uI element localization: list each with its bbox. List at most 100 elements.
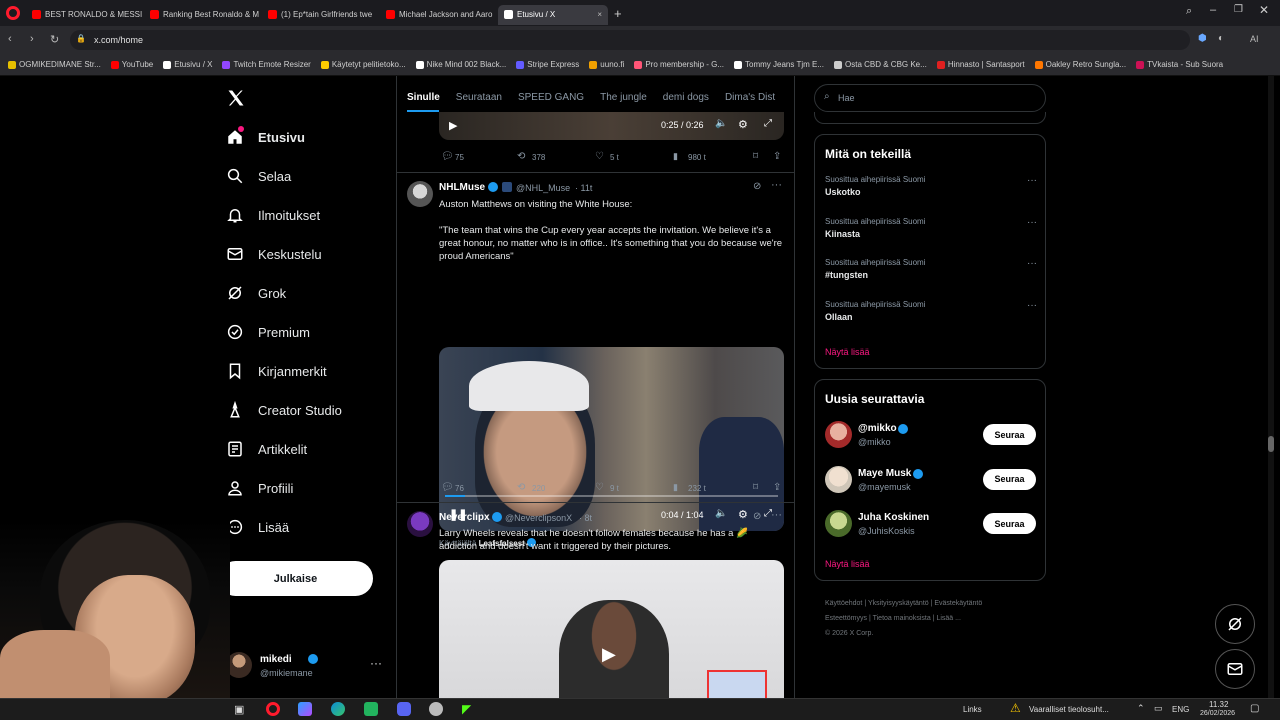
more-icon[interactable]: ··· bbox=[1027, 300, 1037, 311]
timeline-tab[interactable]: SPEED GANG bbox=[518, 84, 584, 112]
show-more-link[interactable]: Näytä lisää bbox=[825, 559, 870, 569]
trend-item[interactable]: Suosittua aihepiirissä Suomi #tungsten ··· bbox=[825, 258, 1037, 292]
grok-icon[interactable]: ⊘ bbox=[753, 511, 761, 522]
grok-button[interactable] bbox=[1215, 604, 1255, 644]
avatar[interactable] bbox=[825, 510, 852, 537]
timeline-tab[interactable]: demi dogs bbox=[663, 84, 709, 112]
bookmark-item[interactable]: Tommy Jeans Tjm E... bbox=[734, 60, 824, 69]
ai-button[interactable]: AI bbox=[1250, 34, 1259, 44]
play-icon[interactable]: ▶ bbox=[602, 644, 616, 665]
footer-link[interactable]: Käyttöehdot bbox=[825, 600, 862, 607]
nav-item-keskustelu[interactable]: Keskustelu bbox=[226, 245, 322, 263]
trend-item[interactable]: Suosittua aihepiirissä Suomi Uskotko ··· bbox=[825, 175, 1037, 209]
browser-tab[interactable]: Ranking Best Ronaldo & M bbox=[144, 5, 262, 25]
edge-taskbar-icon[interactable] bbox=[331, 702, 345, 716]
more-icon[interactable]: ··· bbox=[771, 179, 782, 191]
bookmark-item[interactable]: uuno.fi bbox=[589, 60, 624, 69]
more-icon[interactable]: ··· bbox=[1027, 258, 1037, 269]
scrollbar-thumb[interactable] bbox=[1268, 436, 1274, 452]
browser-tab[interactable]: (1) Ep*tain Girlfriends twe bbox=[262, 5, 380, 25]
settings-icon[interactable]: ⚙ bbox=[738, 118, 748, 131]
author-handle[interactable]: @NeverclipsonX bbox=[505, 513, 572, 523]
nav-item-ilmoitukset[interactable]: Ilmoitukset bbox=[226, 206, 320, 224]
account-switcher[interactable]: mikedi @mikiemane ··· bbox=[226, 650, 386, 682]
network-icon[interactable]: ▭ bbox=[1154, 703, 1163, 714]
profile-icon[interactable]: ◐ bbox=[1218, 33, 1224, 44]
footer-link[interactable]: Yksityisyyskäytäntö bbox=[868, 600, 929, 607]
nav-item-lis-[interactable]: Lisää bbox=[226, 518, 289, 536]
maximize-button[interactable]: ❐ bbox=[1234, 4, 1243, 15]
fullscreen-icon[interactable]: ⤢ bbox=[764, 118, 772, 129]
like-icon[interactable]: ♡ bbox=[595, 151, 604, 162]
repost-icon[interactable]: ⟲ bbox=[517, 151, 525, 162]
avatar[interactable] bbox=[825, 465, 852, 493]
bookmark-item[interactable]: Stripe Express bbox=[516, 60, 579, 69]
nav-item-selaa[interactable]: Selaa bbox=[226, 167, 291, 185]
share-icon[interactable]: ⇪ bbox=[773, 151, 781, 162]
bookmark-item[interactable]: Twitch Emote Resizer bbox=[222, 60, 311, 69]
extensions-icon[interactable]: ⬢ bbox=[1198, 33, 1207, 44]
tweet-time[interactable]: · 8t bbox=[579, 513, 592, 523]
back-icon[interactable]: ‹ bbox=[8, 33, 12, 45]
play-icon[interactable]: ▶ bbox=[449, 119, 457, 132]
nav-item-kirjanmerkit[interactable]: Kirjanmerkit bbox=[226, 362, 327, 380]
nav-item-profiili[interactable]: Profiili bbox=[226, 479, 293, 497]
discord-taskbar-icon[interactable] bbox=[397, 702, 411, 716]
task-view-icon[interactable]: ▣ bbox=[234, 703, 244, 716]
bookmark-icon[interactable]: ⌑ bbox=[753, 482, 758, 493]
page-scrollbar[interactable] bbox=[1268, 76, 1274, 698]
bookmark-item[interactable]: Hinnasto | Santasport bbox=[936, 60, 1025, 69]
bookmark-item[interactable]: Oakley Retro Sungla... bbox=[1034, 60, 1126, 69]
post-button[interactable]: Julkaise bbox=[218, 561, 373, 596]
app-taskbar-icon[interactable] bbox=[364, 702, 378, 716]
timeline-tab[interactable]: Dima's Dist bbox=[725, 84, 775, 112]
bookmark-item[interactable]: OGMIKEDIMANE Str... bbox=[8, 60, 101, 69]
bookmark-icon[interactable]: ⌑ bbox=[753, 151, 758, 162]
notification-icon[interactable]: ▢ bbox=[1250, 703, 1259, 714]
author-name[interactable]: Neverclipx bbox=[439, 512, 490, 523]
video-player[interactable]: ▶ bbox=[439, 560, 784, 720]
volume-icon[interactable]: 🔈 bbox=[715, 118, 727, 129]
clock-time[interactable]: 11.32 bbox=[1209, 700, 1228, 709]
follow-button[interactable]: Seuraa bbox=[983, 513, 1036, 534]
opera-taskbar-icon[interactable] bbox=[266, 702, 280, 716]
url-field[interactable]: 🔒 x.com/home bbox=[70, 30, 1190, 50]
tweet[interactable]: Neverclipx @NeverclipsonX · 8t ⊘ ··· Lar… bbox=[397, 503, 794, 720]
avatar[interactable] bbox=[407, 181, 433, 207]
nav-item-artikkelit[interactable]: Artikkelit bbox=[226, 440, 307, 458]
views-icon[interactable]: ▮ bbox=[673, 151, 678, 162]
browser-tab[interactable]: Michael Jackson and Aaro bbox=[380, 5, 498, 25]
footer-link[interactable]: Evästekäytäntö bbox=[934, 600, 982, 607]
nav-item-etusivu[interactable]: Etusivu bbox=[226, 126, 305, 146]
grok-icon[interactable]: ⊘ bbox=[753, 181, 761, 192]
share-icon[interactable]: ⇪ bbox=[773, 482, 781, 493]
tweet[interactable]: NHLMuse @NHL_Muse · 11t ⊘ ··· Auston Mat… bbox=[397, 173, 794, 548]
app-taskbar-icon[interactable] bbox=[298, 702, 312, 716]
bookmark-item[interactable]: YouTube bbox=[110, 60, 153, 69]
follow-button[interactable]: Seuraa bbox=[983, 468, 1036, 490]
more-icon[interactable]: ··· bbox=[771, 509, 782, 521]
bookmark-item[interactable]: Käytetyt pelitietoko... bbox=[320, 60, 406, 69]
author-name[interactable]: NHLMuse bbox=[439, 182, 485, 193]
x-logo-icon[interactable] bbox=[226, 88, 246, 108]
footer-link[interactable]: Tietoa mainoksista bbox=[873, 615, 931, 622]
suggestion-name[interactable]: Maye Musk bbox=[858, 468, 911, 479]
trend-item[interactable]: Suosittua aihepiirissä Suomi Ollaan ··· bbox=[825, 300, 1037, 334]
trend-item[interactable]: Suosittua aihepiirissä Suomi Kiinasta ··· bbox=[825, 217, 1037, 251]
bookmark-item[interactable]: Pro membership - G... bbox=[634, 60, 724, 69]
bookmark-item[interactable]: TVkaista - Sub Suora bbox=[1136, 60, 1223, 69]
follow-button[interactable]: Seuraa bbox=[983, 424, 1036, 445]
browser-tab-active[interactable]: Etusivu / X × bbox=[498, 4, 608, 25]
url-text[interactable]: x.com/home bbox=[94, 35, 143, 45]
reply-icon[interactable]: 💬︎ bbox=[441, 482, 454, 493]
reload-icon[interactable]: ↻ bbox=[50, 33, 59, 46]
messages-button[interactable] bbox=[1215, 649, 1255, 689]
footer-link[interactable]: Lisää ... bbox=[936, 615, 961, 622]
timeline-tab[interactable]: Sinulle bbox=[407, 84, 440, 112]
show-more-link[interactable]: Näytä lisää bbox=[825, 347, 870, 357]
more-icon[interactable]: ··· bbox=[1027, 175, 1037, 186]
links-toolbar[interactable]: Links bbox=[963, 705, 982, 714]
follow-suggestion[interactable]: Juha Koskinen @JuhisKoskis Seuraa bbox=[0, 0, 1036, 537]
close-icon[interactable]: × bbox=[597, 10, 602, 19]
tab-search-icon[interactable]: ⌕ bbox=[1186, 5, 1192, 18]
